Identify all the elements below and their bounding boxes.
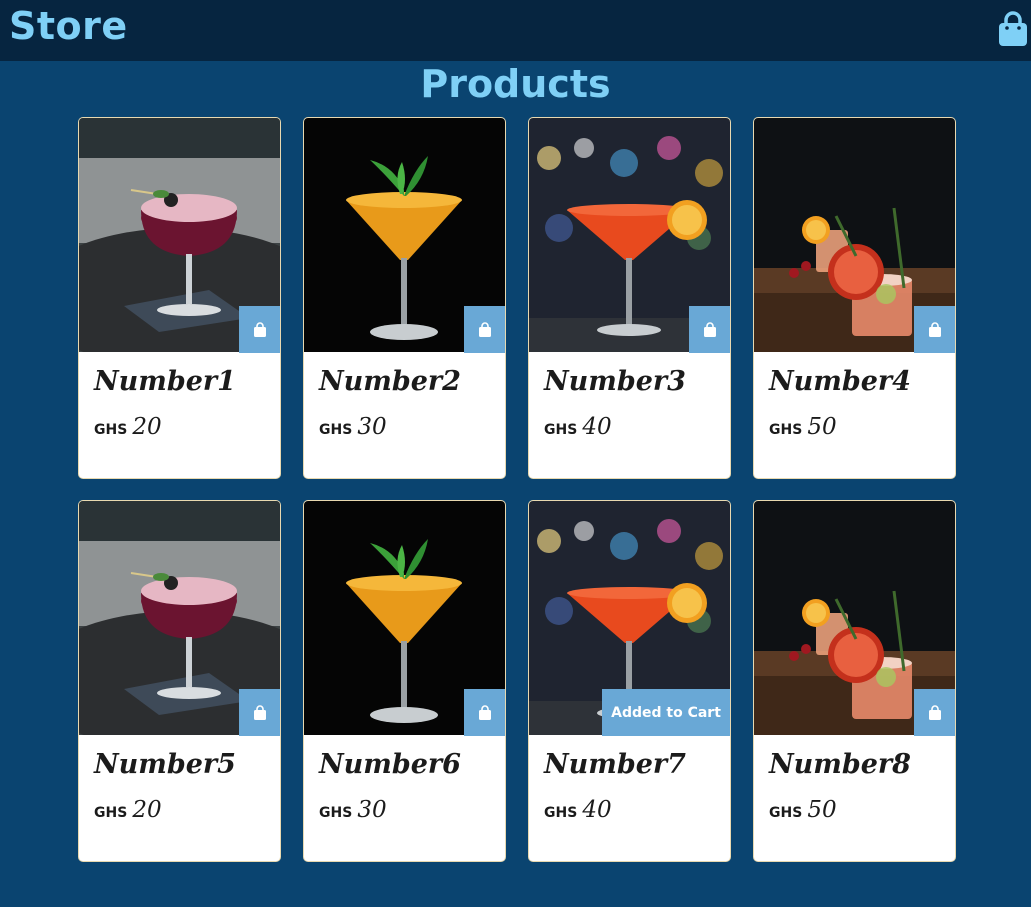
price-amount: 20: [132, 414, 162, 440]
currency-label: GHS: [94, 422, 128, 438]
currency-label: GHS: [319, 422, 353, 438]
product-name: Number1: [94, 366, 236, 397]
product-card: Number1 GHS 20: [79, 118, 280, 478]
product-name: Number5: [94, 749, 236, 780]
product-price: GHS 30: [319, 414, 387, 440]
product-price: GHS 50: [769, 414, 837, 440]
product-card: Number4 GHS 50: [754, 118, 955, 478]
shopping-bag-icon: [253, 705, 266, 720]
add-to-cart-button[interactable]: [914, 689, 955, 736]
product-name: Number7: [544, 749, 686, 780]
store-brand[interactable]: Store: [9, 4, 128, 48]
added-to-cart-label: Added to Cart: [611, 704, 721, 721]
shopping-bag-icon: [253, 322, 266, 337]
product-name: Number4: [769, 366, 911, 397]
product-card: Added to Cart Number7 GHS 40: [529, 501, 730, 861]
product-price: GHS 40: [544, 797, 612, 823]
product-name: Number6: [319, 749, 461, 780]
product-price: GHS 50: [769, 797, 837, 823]
price-amount: 50: [807, 797, 837, 823]
currency-label: GHS: [544, 805, 578, 821]
product-name: Number2: [319, 366, 461, 397]
currency-label: GHS: [544, 422, 578, 438]
add-to-cart-button[interactable]: [914, 306, 955, 353]
price-amount: 20: [132, 797, 162, 823]
shopping-bag-icon[interactable]: [996, 11, 1030, 47]
shopping-bag-icon: [928, 322, 941, 337]
product-card: Number6 GHS 30: [304, 501, 505, 861]
product-name: Number3: [544, 366, 686, 397]
product-price: GHS 20: [94, 414, 162, 440]
product-name: Number8: [769, 749, 911, 780]
product-card: Number5 GHS 20: [79, 501, 280, 861]
currency-label: GHS: [319, 805, 353, 821]
page-title: Products: [420, 62, 611, 106]
currency-label: GHS: [94, 805, 128, 821]
shopping-bag-icon: [478, 705, 491, 720]
product-price: GHS 20: [94, 797, 162, 823]
shopping-bag-icon: [478, 322, 491, 337]
add-to-cart-button[interactable]: [239, 306, 280, 353]
add-to-cart-button[interactable]: [689, 306, 730, 353]
product-price: GHS 40: [544, 414, 612, 440]
add-to-cart-button[interactable]: [464, 306, 505, 353]
add-to-cart-button[interactable]: [464, 689, 505, 736]
add-to-cart-button[interactable]: [239, 689, 280, 736]
product-price: GHS 30: [319, 797, 387, 823]
shopping-bag-icon: [703, 322, 716, 337]
shopping-bag-icon: [928, 705, 941, 720]
product-card: Number8 GHS 50: [754, 501, 955, 861]
product-card: Number2 GHS 30: [304, 118, 505, 478]
added-to-cart-button[interactable]: Added to Cart: [602, 689, 730, 736]
currency-label: GHS: [769, 805, 803, 821]
price-amount: 40: [582, 414, 612, 440]
price-amount: 30: [357, 414, 387, 440]
price-amount: 30: [357, 797, 387, 823]
top-bar: Store: [0, 0, 1031, 61]
product-card: Number3 GHS 40: [529, 118, 730, 478]
price-amount: 40: [582, 797, 612, 823]
currency-label: GHS: [769, 422, 803, 438]
price-amount: 50: [807, 414, 837, 440]
